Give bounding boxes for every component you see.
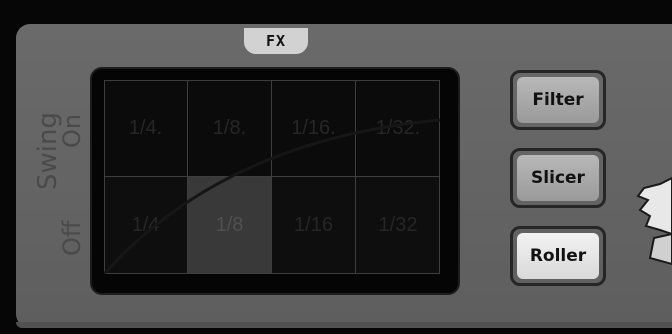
fx-tab: FX bbox=[244, 28, 308, 54]
swing-off-label: Off bbox=[58, 220, 86, 256]
filter-button[interactable]: Filter bbox=[510, 70, 606, 130]
swing-curve bbox=[104, 118, 440, 274]
slicer-button[interactable]: Slicer bbox=[510, 148, 606, 208]
hand-icon bbox=[636, 176, 672, 266]
roller-button[interactable]: Roller bbox=[510, 226, 606, 286]
swing-on-label: On bbox=[58, 113, 86, 148]
